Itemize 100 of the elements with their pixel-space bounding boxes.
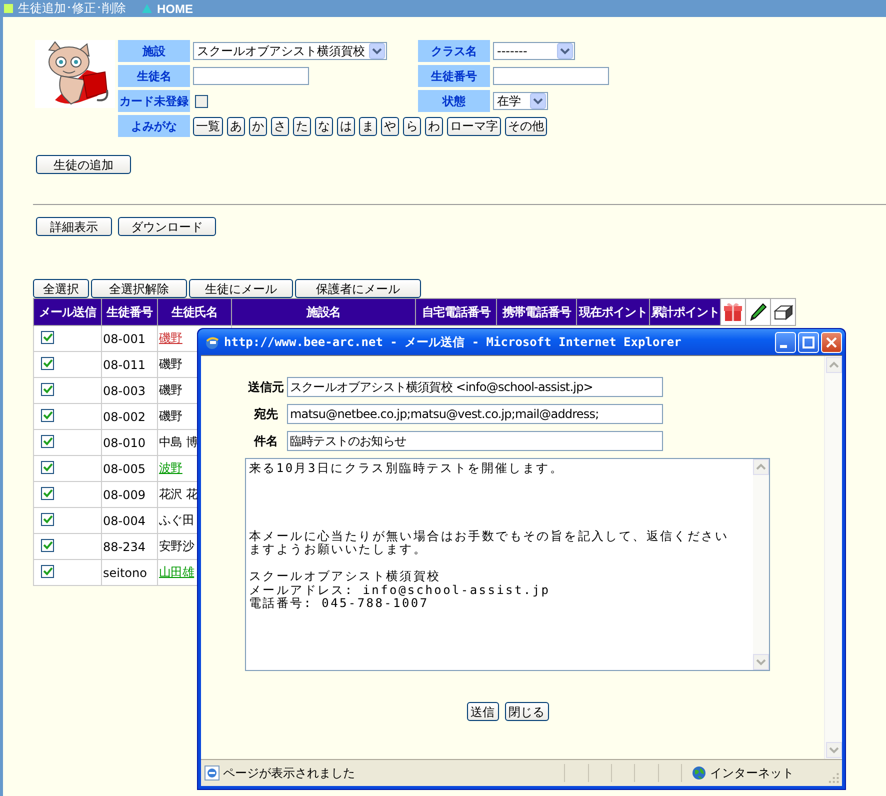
- maximize-button[interactable]: [798, 332, 819, 352]
- table-cell: 08-003: [102, 378, 158, 404]
- row-checkbox[interactable]: [41, 331, 54, 344]
- scroll-down-icon: [753, 654, 769, 670]
- column-header: 自宅電話番号: [416, 298, 496, 326]
- window-title: http://www.bee-arc.net - メール送信 - Microsoft Internet Explorer: [224, 334, 682, 350]
- row-checkbox[interactable]: [41, 409, 54, 422]
- kana-button[interactable]: は: [337, 116, 355, 136]
- view-button[interactable]: 詳細表示: [36, 217, 112, 236]
- field-label: クラス名: [418, 40, 490, 62]
- status-text: ページが表示されました: [223, 764, 355, 782]
- add-student-button[interactable]: 生徒の追加: [36, 155, 131, 174]
- close-button[interactable]: [821, 332, 842, 352]
- gift-icon: [722, 301, 744, 323]
- table-cell: 08-010: [102, 430, 158, 456]
- table-cell: 08-002: [102, 404, 158, 430]
- dialog-button[interactable]: 送信: [466, 702, 498, 721]
- table-cell: 08-009: [102, 482, 158, 508]
- row-checkbox[interactable]: [41, 357, 54, 370]
- student-link[interactable]: 波野: [159, 461, 182, 475]
- text-input[interactable]: 臨時テストのお知らせ: [287, 431, 663, 451]
- zone-text: インターネット: [710, 764, 794, 782]
- globe-icon: [692, 766, 706, 780]
- table-cell: seitono: [102, 560, 158, 586]
- row-checkbox[interactable]: [41, 487, 54, 500]
- kana-button[interactable]: その他: [505, 116, 547, 136]
- field-label: よみがな: [118, 115, 190, 137]
- page-title: 生徒追加･修正･削除: [18, 0, 126, 17]
- text-input[interactable]: スクールオブアシスト横須賀校 <info@school-assist.jp>: [287, 377, 663, 397]
- column-header: 生徒氏名: [158, 298, 232, 326]
- close-icon: [825, 336, 838, 348]
- kana-button[interactable]: ま: [359, 116, 377, 136]
- table-cell: 08-011: [102, 352, 158, 378]
- student-name: 磯野: [159, 409, 182, 423]
- kana-button[interactable]: や: [381, 116, 399, 136]
- row-checkbox[interactable]: [41, 435, 54, 448]
- card-checkbox[interactable]: [195, 94, 208, 108]
- square-icon: [4, 4, 13, 13]
- class-select[interactable]: -------: [493, 42, 575, 60]
- row-checkbox[interactable]: [41, 539, 54, 552]
- student-name: 磯野: [159, 357, 182, 371]
- scroll-up-icon: [826, 357, 842, 373]
- kana-button[interactable]: か: [249, 116, 267, 136]
- scrollbar[interactable]: [753, 459, 769, 670]
- table-cell: 08-005: [102, 456, 158, 482]
- message-text: 電話番号: 045-788-1007: [249, 597, 429, 610]
- maximize-icon: [802, 336, 815, 348]
- row-checkbox[interactable]: [41, 461, 54, 474]
- facility-select[interactable]: スクールオブアシスト横須賀校: [193, 42, 387, 60]
- selection-button[interactable]: 全選択解除: [91, 279, 187, 298]
- kana-button[interactable]: あ: [227, 116, 245, 136]
- status-select[interactable]: 在学: [493, 92, 548, 110]
- kana-button[interactable]: な: [315, 116, 333, 136]
- selection-button[interactable]: 保護者にメール: [295, 279, 421, 298]
- selection-button[interactable]: 全選択: [33, 279, 89, 298]
- column-header: 累計ポイント: [650, 298, 720, 326]
- message-text: 本メールに心当たりが無い場合はお手数でもその旨を記入して、返信くださいますようお願いいたします。: [249, 530, 730, 556]
- student-name: 安野沙: [159, 539, 194, 553]
- column-header: 生徒番号: [102, 298, 158, 326]
- column-header: メール送信: [34, 298, 102, 326]
- message-text: メールアドレス: info@school-assist.jp: [249, 584, 552, 597]
- kana-button[interactable]: 一覧: [193, 116, 223, 136]
- scrollbar[interactable]: [824, 356, 842, 759]
- field-label: 生徒名: [118, 65, 190, 87]
- number-input[interactable]: [493, 67, 609, 85]
- message-text: スクールオブアシスト横須賀校: [249, 570, 442, 584]
- selection-button[interactable]: 生徒にメール: [189, 279, 293, 298]
- kana-button[interactable]: ら: [403, 116, 421, 136]
- row-checkbox[interactable]: [41, 513, 54, 526]
- student-name: ふぐ田: [159, 513, 194, 527]
- message-field[interactable]: 来る10月3日にクラス別臨時テストを開催します。 本メールに心当たりが無い場合はお手数でもその旨を記入して、返信くださいますようお願いいたします。 スクールオブアシスト横須賀校 メールアドレス: info@school-assist.jp 電話番号: 045-788-1007: [245, 458, 770, 671]
- column-header: 施設名: [232, 298, 416, 326]
- dialog-button[interactable]: 閉じる: [504, 702, 548, 721]
- field-label: 件名: [252, 432, 279, 450]
- field-label: 施設: [118, 40, 190, 62]
- student-link[interactable]: 磯野: [159, 331, 182, 345]
- minimize-button[interactable]: [775, 332, 796, 352]
- scroll-up-icon: [753, 459, 769, 475]
- field-label: 宛先: [253, 406, 279, 422]
- kana-button[interactable]: わ: [425, 116, 443, 136]
- field-label: 生徒番号: [418, 65, 490, 87]
- field-label: 送信元: [247, 378, 285, 396]
- name-input[interactable]: [193, 67, 309, 85]
- student-name: 磯野: [159, 383, 182, 397]
- kana-button[interactable]: ローマ字: [447, 116, 501, 136]
- field-label: カード未登録: [118, 90, 190, 112]
- page-icon: [204, 765, 220, 781]
- student-name: 花沢 花: [159, 487, 198, 501]
- minimize-icon: [780, 344, 787, 348]
- field-label: 状態: [418, 90, 490, 112]
- kana-button[interactable]: さ: [271, 116, 289, 136]
- table-cell: 08-001: [102, 326, 158, 352]
- text-input[interactable]: matsu@netbee.co.jp;matsu@vest.co.jp;mail@address;: [287, 404, 663, 424]
- message-text: 来る10月3日にクラス別臨時テストを開催します。: [249, 462, 564, 476]
- row-checkbox[interactable]: [41, 565, 54, 578]
- row-checkbox[interactable]: [41, 383, 54, 396]
- kana-button[interactable]: た: [293, 116, 311, 136]
- table-cell: 08-004: [102, 508, 158, 534]
- triangle-icon: [142, 4, 152, 13]
- view-button[interactable]: ダウンロード: [118, 217, 216, 236]
